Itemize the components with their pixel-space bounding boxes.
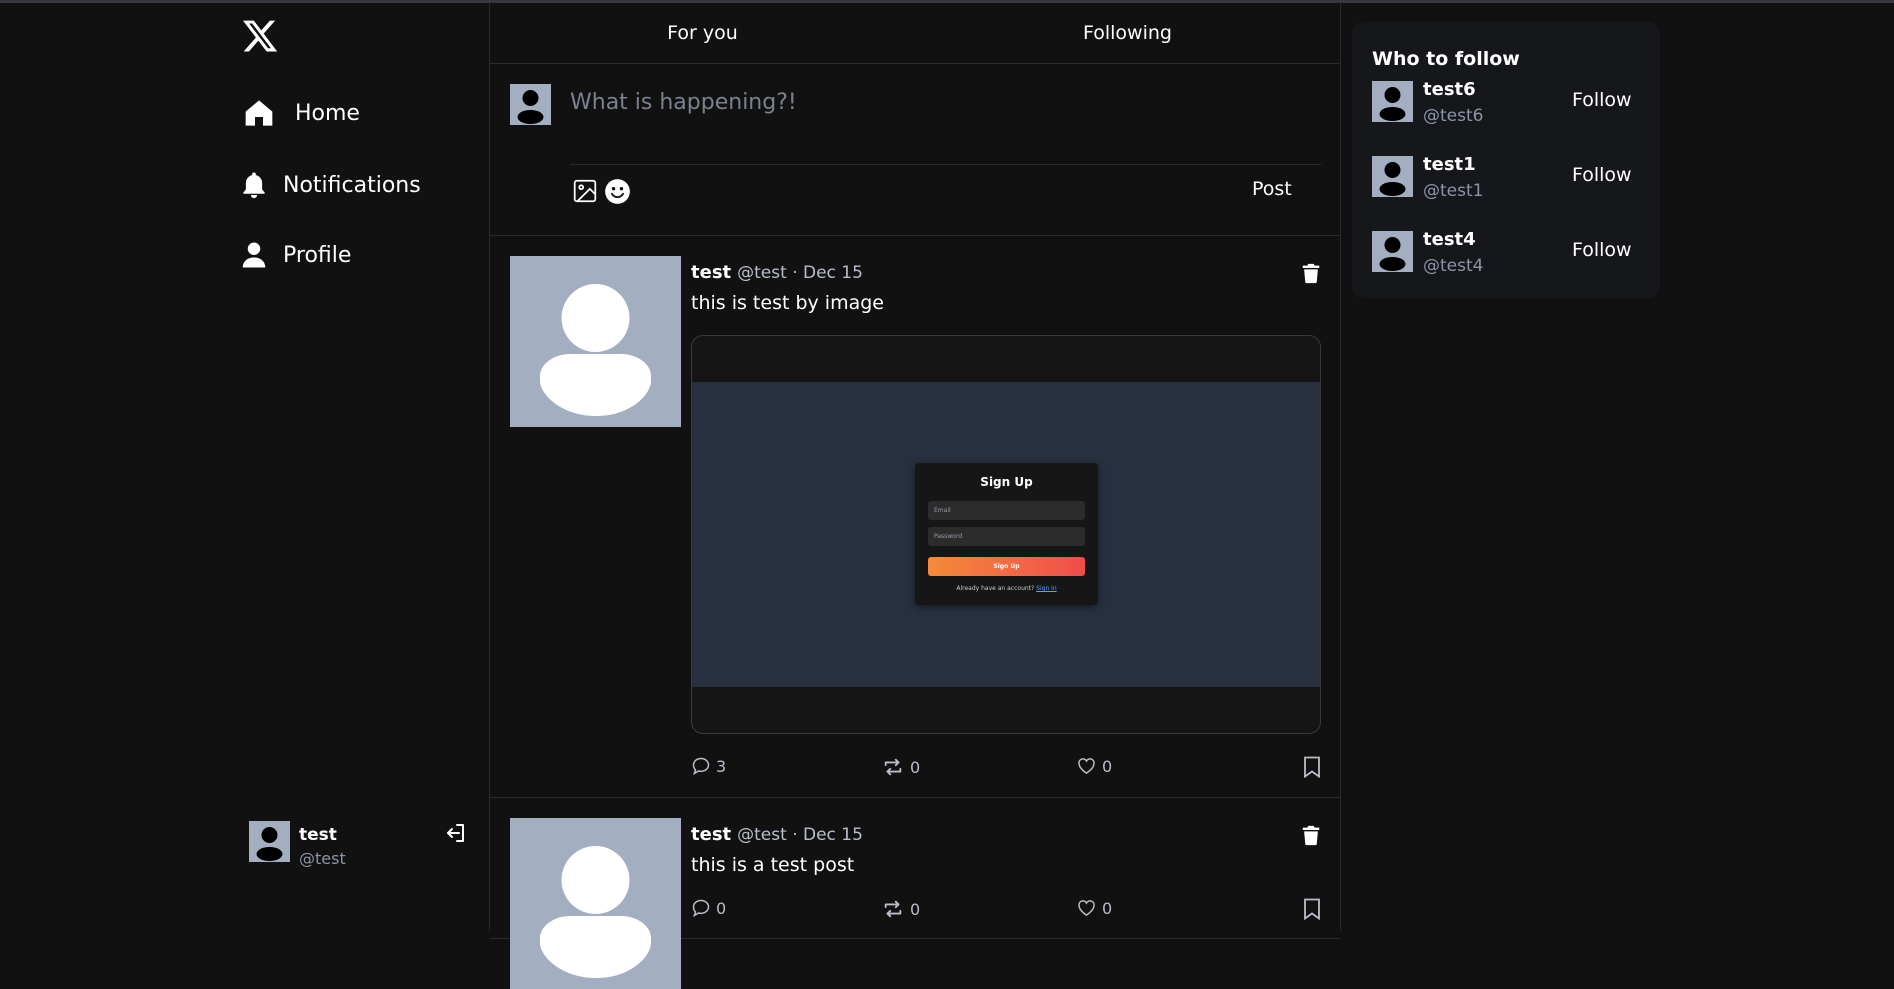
repost-button[interactable]: 0	[881, 898, 920, 920]
follow-suggestion: test4 @test4 Follow	[1372, 229, 1642, 276]
follow-suggestion: test6 @test6 Follow	[1372, 79, 1642, 126]
bookmark-icon[interactable]	[1303, 756, 1321, 778]
tab-following[interactable]: Following	[915, 3, 1340, 63]
avatar[interactable]	[1372, 156, 1413, 197]
sidebar: Home Notifications Profile test @test	[0, 3, 489, 931]
avatar[interactable]	[1372, 231, 1413, 272]
home-icon	[243, 97, 275, 129]
follow-button[interactable]: Follow	[1572, 89, 1632, 111]
follow-user-handle: @test1	[1423, 181, 1484, 201]
like-button[interactable]: 0	[1076, 898, 1112, 918]
heart-icon	[1076, 898, 1097, 918]
like-count: 0	[1102, 898, 1113, 918]
nav-item-notifications[interactable]: Notifications	[238, 169, 421, 201]
nav-item-profile[interactable]: Profile	[238, 239, 351, 271]
x-logo-icon[interactable]	[241, 17, 279, 55]
post-header: test @test · Dec 15	[691, 262, 863, 283]
follow-button[interactable]: Follow	[1572, 164, 1632, 186]
trash-icon[interactable]	[1300, 262, 1322, 284]
repost-count: 0	[910, 757, 921, 777]
like-button[interactable]: 0	[1076, 756, 1112, 776]
who-to-follow-card: Who to follow test6 @test6 Follow test1 …	[1352, 22, 1660, 298]
emoji-icon[interactable]	[604, 178, 631, 205]
reply-count: 0	[716, 898, 727, 918]
post: test @test · Dec 15 this is test by image…	[490, 236, 1340, 798]
post-image-screenshot: Sign Up Email Password Sign Up Already h…	[692, 382, 1320, 687]
avatar[interactable]	[510, 818, 681, 989]
like-count: 0	[1102, 756, 1113, 776]
main-feed: For you Following Post test @test · Dec 1…	[489, 3, 1341, 989]
heart-icon	[1076, 756, 1097, 776]
signup-card: Sign Up Email Password Sign Up Already h…	[915, 463, 1098, 605]
post-meta: @test · Dec 15	[737, 263, 863, 283]
nav-notifications-label: Notifications	[283, 172, 421, 198]
signup-password-field: Password	[928, 527, 1085, 546]
avatar	[249, 821, 290, 862]
follow-user-handle: @test4	[1423, 256, 1484, 276]
avatar[interactable]	[510, 256, 681, 427]
nav-home-label: Home	[295, 100, 360, 126]
post-text: this is a test post	[691, 854, 855, 876]
follow-user-name[interactable]: test6	[1423, 79, 1476, 100]
current-user-card[interactable]: test @test	[249, 821, 489, 881]
current-user-name: test	[299, 825, 337, 845]
repost-icon	[881, 756, 905, 778]
bookmark-icon[interactable]	[1303, 898, 1321, 920]
post-actions: 0 0 0	[691, 898, 1321, 922]
post-button[interactable]: Post	[1252, 178, 1292, 200]
who-to-follow-title: Who to follow	[1372, 48, 1520, 70]
avatar[interactable]	[1372, 81, 1413, 122]
post-actions: 3 0 0	[691, 756, 1321, 780]
post-author-name[interactable]: test	[691, 824, 731, 845]
feed-tabs: For you Following	[490, 3, 1340, 64]
reply-count: 3	[716, 756, 727, 776]
user-icon	[238, 239, 270, 271]
comment-icon	[691, 898, 711, 918]
reply-button[interactable]: 0	[691, 898, 726, 918]
compose-box: Post	[490, 64, 1340, 236]
comment-icon	[691, 756, 711, 776]
follow-suggestion: test1 @test1 Follow	[1372, 154, 1642, 201]
compose-divider	[570, 164, 1321, 165]
signup-email-field: Email	[928, 501, 1085, 520]
follow-user-name[interactable]: test1	[1423, 154, 1476, 175]
trash-icon[interactable]	[1300, 824, 1322, 846]
avatar	[510, 84, 551, 125]
repost-count: 0	[910, 899, 921, 919]
post-header: test @test · Dec 15	[691, 824, 863, 845]
signup-title: Sign Up	[980, 475, 1033, 489]
repost-icon	[881, 898, 905, 920]
signup-signin-link: Sign in	[1036, 585, 1057, 592]
signup-footer-text: Already have an account?	[956, 585, 1035, 592]
tab-for-you[interactable]: For you	[490, 3, 915, 63]
follow-button[interactable]: Follow	[1572, 239, 1632, 261]
follow-user-handle: @test6	[1423, 106, 1484, 126]
logout-icon[interactable]	[444, 821, 468, 845]
post-author-name[interactable]: test	[691, 262, 731, 283]
image-icon[interactable]	[572, 178, 598, 204]
post-text: this is test by image	[691, 292, 884, 314]
reply-button[interactable]: 3	[691, 756, 726, 776]
bell-icon	[238, 169, 270, 201]
signup-footer: Already have an account? Sign in	[915, 585, 1098, 592]
signup-button: Sign Up	[928, 557, 1085, 576]
post-meta: @test · Dec 15	[737, 825, 863, 845]
repost-button[interactable]: 0	[881, 756, 920, 778]
nav-profile-label: Profile	[283, 242, 352, 268]
compose-input[interactable]	[570, 84, 1330, 120]
current-user-handle: @test	[299, 849, 346, 868]
post-image[interactable]: Sign Up Email Password Sign Up Already h…	[691, 335, 1321, 734]
follow-user-name[interactable]: test4	[1423, 229, 1476, 250]
nav-item-home[interactable]: Home	[243, 97, 360, 129]
post: test @test · Dec 15 this is a test post 0…	[490, 798, 1340, 989]
